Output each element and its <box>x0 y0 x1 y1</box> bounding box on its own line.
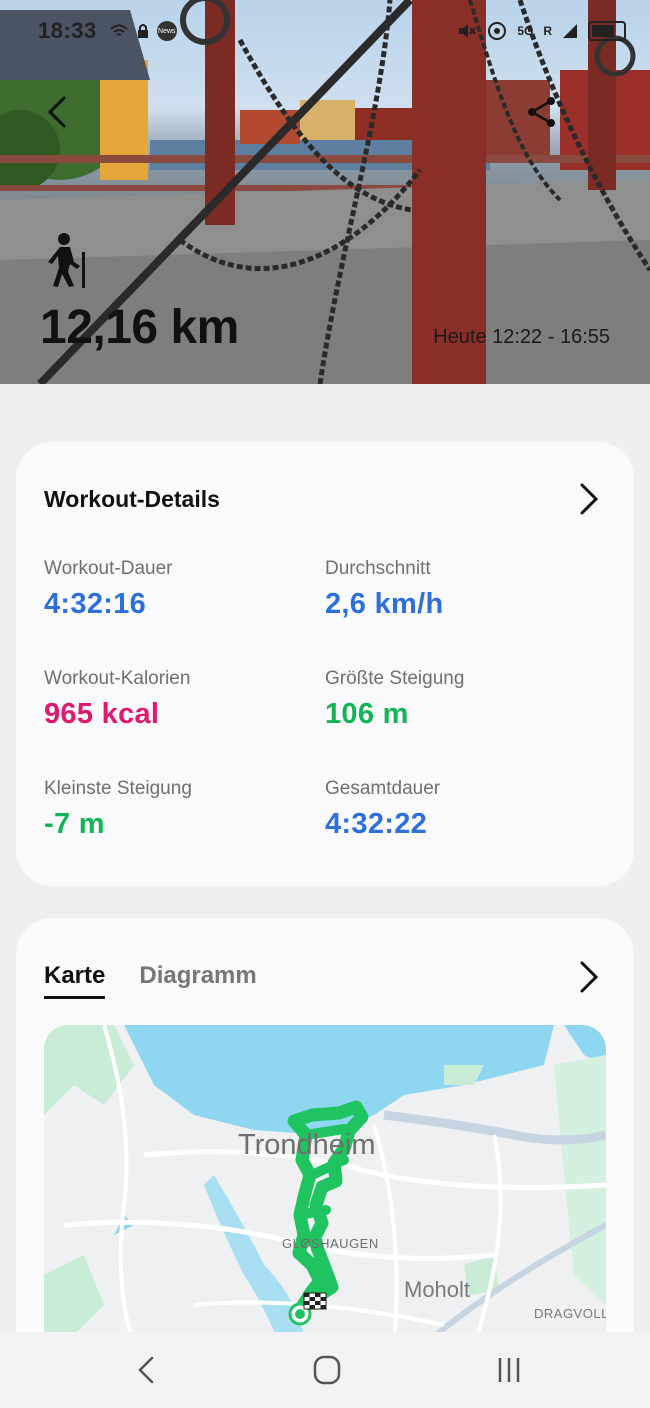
tab-map[interactable]: Karte <box>44 962 106 999</box>
metric-workout-duration: Workout-Dauer 4:32:16 <box>44 558 172 621</box>
mute-icon <box>459 24 477 38</box>
map-card: Karte Diagramm Trondheim GLØSHAUGEN Moho… <box>16 918 634 1388</box>
back-nav-icon[interactable] <box>126 1352 166 1388</box>
chevron-right-icon[interactable] <box>576 482 600 516</box>
map-tabs: Karte Diagramm <box>44 962 257 999</box>
signal-letter: R <box>543 24 552 38</box>
status-bar: 18:33 News 5G R <box>38 16 626 46</box>
map-label-edge: DRAGVOLL- <box>534 1306 606 1321</box>
chevron-right-icon[interactable] <box>576 960 600 994</box>
metric-total-duration: Gesamtdauer 4:32:22 <box>325 778 440 841</box>
workout-time-range: Heute 12:22 - 16:55 <box>433 326 610 348</box>
map-label-city: Trondheim <box>238 1129 376 1161</box>
map-label-district: GLØSHAUGEN <box>282 1236 379 1251</box>
finish-flag-icon <box>303 1292 327 1310</box>
metric-label: Workout-Dauer <box>44 558 173 579</box>
hiking-icon <box>48 233 85 288</box>
metric-value: 106 m <box>325 698 409 730</box>
hero-photo: 18:33 News 5G R 12,16 km Heute 12:22 - 1… <box>0 0 650 384</box>
metric-min-elevation: Kleinste Steigung -7 m <box>44 778 192 841</box>
metric-max-elevation: Größte Steigung 106 m <box>325 668 464 731</box>
metric-value: 4:32:22 <box>325 808 428 840</box>
metric-value: -7 m <box>44 808 105 840</box>
map-label-area: Moholt <box>404 1277 471 1302</box>
back-button[interactable] <box>38 92 78 132</box>
metric-value: 4:32:16 <box>44 588 147 620</box>
tab-chart[interactable]: Diagramm <box>139 962 256 999</box>
hotspot-icon <box>488 22 507 40</box>
signal-icon <box>563 24 577 38</box>
recents-nav-icon[interactable] <box>489 1352 529 1388</box>
metric-value: 965 kcal <box>44 698 160 730</box>
home-nav-icon[interactable] <box>307 1352 347 1388</box>
metric-label: Kleinste Steigung <box>44 778 192 799</box>
workout-details-title: Workout-Details <box>44 486 220 512</box>
news-icon: News <box>156 21 177 41</box>
battery-icon <box>588 21 626 41</box>
share-button[interactable] <box>524 94 560 130</box>
workout-details-card[interactable]: Workout-Details Workout-Dauer 4:32:16 Du… <box>16 442 634 886</box>
status-time: 18:33 <box>38 18 97 43</box>
metric-label: Gesamtdauer <box>325 778 441 799</box>
workout-distance: 12,16 km <box>40 301 239 354</box>
metric-average-speed: Durchschnitt 2,6 km/h <box>325 558 443 621</box>
lock-icon <box>137 24 148 38</box>
metric-label: Workout-Kalorien <box>44 668 191 689</box>
metric-label: Durchschnitt <box>325 558 431 579</box>
system-nav-bar <box>0 1332 650 1408</box>
metric-calories: Workout-Kalorien 965 kcal <box>44 668 190 731</box>
network-type: 5G <box>517 24 534 38</box>
metric-value: 2,6 km/h <box>325 588 444 620</box>
metric-label: Größte Steigung <box>325 668 465 689</box>
wifi-icon <box>110 24 128 36</box>
